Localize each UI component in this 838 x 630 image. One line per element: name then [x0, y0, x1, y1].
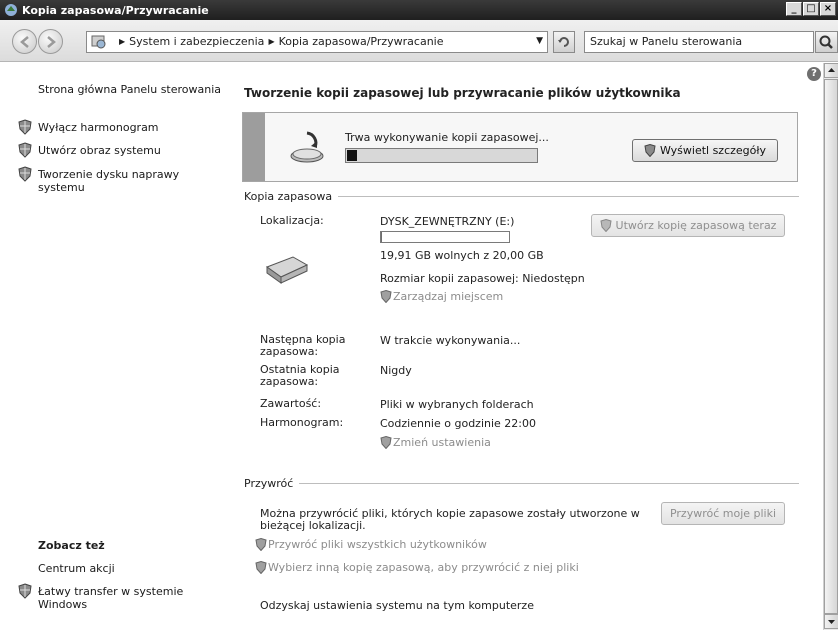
forward-arrow-icon [47, 36, 56, 48]
back-button[interactable] [12, 29, 37, 54]
address-dropdown-icon[interactable]: ▼ [536, 36, 543, 46]
refresh-button[interactable] [553, 31, 575, 53]
choose-other-backup-label: Wybierz inną kopię zapasową, aby przywró… [268, 561, 579, 574]
next-backup-value: W trakcie wykonywania... [380, 334, 521, 347]
shield-icon [599, 219, 612, 232]
free-space-text: 19,91 GB wolnych z 20,00 GB [380, 249, 544, 262]
breadcrumb-backup-restore[interactable]: Kopia zapasowa/Przywracanie [279, 35, 444, 48]
location-value: DYSK_ZEWNĘTRZNY (E:) [380, 215, 515, 228]
choose-other-backup-link[interactable]: Wybierz inną kopię zapasową, aby przywró… [255, 561, 579, 574]
help-icon[interactable]: ? [807, 67, 821, 81]
backup-progress-fill [347, 150, 357, 161]
scroll-down-button[interactable] [824, 614, 838, 629]
breadcrumb-arrow-icon[interactable]: ▶ [119, 37, 125, 46]
sidebar-item-easy-transfer[interactable]: Łatwy transfer w systemie Windows [38, 585, 188, 611]
backup-in-progress-icon [290, 131, 324, 163]
sidebar-item-repair-disc[interactable]: Tworzenie dysku naprawy systemu [38, 168, 188, 194]
navigation-bar: ▶ System i zabezpieczenia ▶ Kopia zapaso… [0, 20, 838, 62]
restore-description: Można przywrócić pliki, których kopie za… [260, 507, 640, 532]
manage-space-label: Zarządzaj miejscem [393, 290, 504, 303]
scroll-up-button[interactable] [824, 63, 838, 78]
address-bar[interactable]: ▶ System i zabezpieczenia ▶ Kopia zapaso… [86, 31, 548, 53]
schedule-label: Harmonogram: [260, 416, 344, 429]
last-backup-value: Nigdy [380, 364, 412, 377]
external-drive-icon [265, 256, 309, 284]
sidebar-home-link[interactable]: Strona główna Panelu sterowania [38, 83, 221, 96]
close-button[interactable]: × [820, 2, 836, 16]
vertical-scrollbar[interactable] [823, 63, 838, 630]
shield-icon [18, 166, 32, 182]
restore-all-users-label: Przywróć pliki wszystkich użytkowników [268, 538, 487, 551]
search-icon [819, 35, 833, 49]
next-backup-label: Następna kopia zapasowa: [260, 333, 346, 358]
disk-usage-fill [381, 232, 382, 242]
progress-status-text: Trwa wykonywanie kopii zapasowej... [345, 131, 549, 144]
restore-section-divider [244, 483, 799, 484]
shield-icon [18, 142, 32, 158]
backup-section-title: Kopia zapasowa [244, 190, 339, 203]
forward-button[interactable] [38, 29, 63, 54]
restore-my-files-label: Przywróć moje pliki [669, 507, 777, 520]
shield-icon [380, 436, 392, 449]
backup-progress-panel: Trwa wykonywanie kopii zapasowej... Wyśw… [242, 112, 798, 182]
contents-label: Zawartość: [260, 397, 322, 410]
backup-restore-icon [5, 4, 17, 16]
disk-usage-bar [380, 231, 510, 243]
manage-space-link[interactable]: Zarządzaj miejscem [380, 290, 503, 303]
shield-icon [644, 144, 656, 157]
shield-icon [18, 583, 32, 599]
shield-icon [380, 290, 392, 303]
scroll-down-arrow-icon [828, 620, 835, 624]
sidebar: Strona główna Panelu sterowania Wyłącz h… [0, 63, 225, 630]
control-panel-icon [91, 35, 106, 49]
title-bar: Kopia zapasowa/Przywracanie _ □ × [0, 0, 838, 20]
main-content: ? Tworzenie kopii zapasowej lub przywrac… [225, 63, 823, 630]
change-settings-link[interactable]: Zmień ustawienia [380, 436, 491, 449]
scroll-thumb[interactable] [824, 79, 838, 614]
restore-section-title: Przywróć [244, 477, 300, 490]
shield-icon [18, 119, 32, 135]
breadcrumb-system-security[interactable]: System i zabezpieczenia [129, 35, 264, 48]
scroll-up-arrow-icon [828, 68, 835, 72]
restore-all-users-link[interactable]: Przywróć pliki wszystkich użytkowników [255, 538, 487, 551]
last-backup-label: Ostatnia kopia zapasowa: [260, 363, 340, 388]
restore-my-files-button[interactable]: Przywróć moje pliki [661, 502, 785, 525]
minimize-button[interactable]: _ [786, 2, 802, 16]
backup-size-text: Rozmiar kopii zapasowej: Niedostępn [380, 272, 585, 285]
backup-now-label: Utwórz kopię zapasową teraz [615, 219, 777, 232]
breadcrumb-arrow-icon[interactable]: ▶ [268, 37, 274, 46]
contents-value: Pliki w wybranych folderach [380, 398, 534, 411]
view-details-label: Wyświetl szczegóły [659, 144, 767, 157]
view-details-button[interactable]: Wyświetl szczegóły [632, 139, 778, 162]
search-button[interactable] [815, 31, 838, 53]
schedule-value: Codziennie o godzinie 22:00 [380, 417, 536, 430]
shield-icon [255, 538, 267, 551]
sidebar-item-disable-schedule[interactable]: Wyłącz harmonogram [38, 121, 159, 134]
see-also-heading: Zobacz też [38, 539, 105, 552]
sidebar-item-action-center[interactable]: Centrum akcji [38, 562, 115, 575]
change-settings-label: Zmień ustawienia [393, 436, 491, 449]
shield-icon [255, 561, 267, 574]
backup-now-button[interactable]: Utwórz kopię zapasową teraz [591, 214, 785, 237]
backup-progress-bar [345, 148, 538, 163]
window-title: Kopia zapasowa/Przywracanie [22, 3, 209, 17]
location-label: Lokalizacja: [260, 214, 324, 227]
maximize-button[interactable]: □ [803, 2, 819, 16]
sidebar-item-create-system-image[interactable]: Utwórz obraz systemu [38, 144, 161, 157]
progress-panel-stripe [243, 113, 265, 181]
recover-system-settings-link[interactable]: Odzyskaj ustawienia systemu na tym kompu… [260, 599, 534, 612]
page-title: Tworzenie kopii zapasowej lub przywracan… [244, 86, 681, 100]
refresh-icon [558, 37, 569, 47]
back-arrow-icon [20, 36, 29, 48]
search-input[interactable]: Szukaj w Panelu sterowania [584, 31, 814, 53]
